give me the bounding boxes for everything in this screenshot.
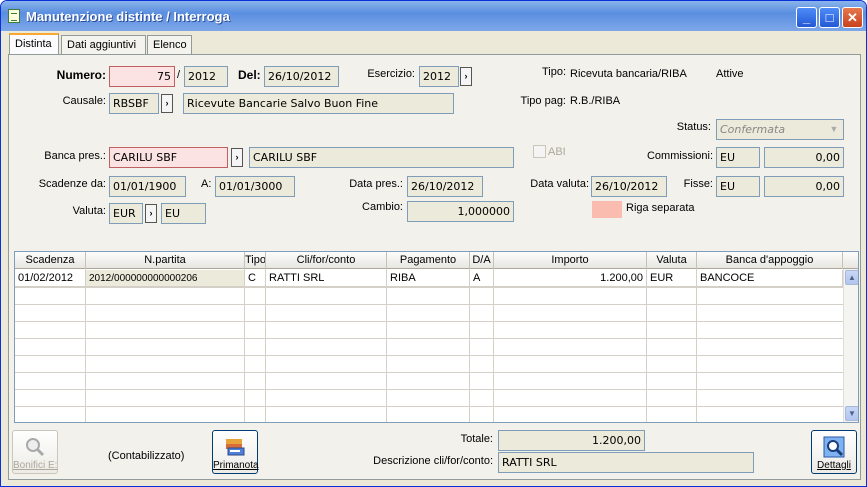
scadenze-a-field[interactable]: 01/01/3000 [215, 176, 295, 197]
datavaluta-field[interactable]: 26/10/2012 [591, 176, 667, 197]
status-label: Status: [676, 121, 711, 133]
cell-tipo[interactable]: C [245, 270, 266, 287]
col-pagamento[interactable]: Pagamento [387, 252, 470, 269]
commissioni-label: Commissioni: [646, 150, 713, 162]
tipopag-label: Tipo pag: [520, 95, 566, 107]
riga-separata-swatch [592, 201, 622, 218]
attive-value: Attive [716, 68, 744, 80]
table-header: Scadenza N.partita Tipo Cli/for/conto Pa… [15, 252, 858, 269]
esercizio-label: Esercizio: [367, 68, 415, 80]
scadenze-table: Scadenza N.partita Tipo Cli/for/conto Pa… [14, 251, 859, 423]
dettagli-button[interactable]: Dettagli [811, 430, 857, 474]
datapres-field[interactable]: 26/10/2012 [407, 176, 483, 197]
cell-scadenza[interactable]: 01/02/2012 [15, 270, 86, 287]
col-clifor[interactable]: Cli/for/conto [266, 252, 387, 269]
app-icon [8, 9, 20, 23]
cambio-field[interactable]: 1,000000 [407, 201, 514, 222]
details-magnifier-icon [823, 436, 845, 458]
primanota-button[interactable]: Primanota [212, 430, 259, 474]
tab-elenco[interactable]: Elenco [147, 35, 192, 54]
datapres-label: Data pres.: [349, 178, 403, 190]
abi-checkbox[interactable] [533, 145, 546, 158]
totale-label: Totale: [460, 433, 493, 445]
cell-valuta[interactable]: EUR [647, 270, 697, 287]
banca-desc-field: CARILU SBF [249, 147, 514, 168]
status-select[interactable]: Confermata [716, 119, 844, 140]
col-banca[interactable]: Banca d'appoggio [697, 252, 843, 269]
descr-label: Descrizione cli/for/conto: [373, 455, 493, 467]
primanota-label: Primanota [213, 460, 259, 471]
causale-desc-field: Ricevute Bancarie Salvo Buon Fine [183, 93, 454, 114]
tab-panel: Numero: 75 / 2012 Del: 26/10/2012 Eserci… [8, 54, 861, 480]
primanota-icon [224, 436, 246, 458]
main-window: Manutenzione distinte / Interroga _ □ ✕ … [0, 0, 867, 487]
valuta-field[interactable]: EUR [109, 203, 143, 224]
numero-slash: / [177, 69, 181, 81]
anno-field[interactable]: 2012 [184, 66, 228, 87]
numero-label: Numero: [56, 68, 106, 82]
cell-da[interactable]: A [470, 270, 494, 287]
totale-field: 1.200,00 [498, 430, 645, 451]
esercizio-field[interactable]: 2012 [419, 66, 459, 87]
banca-field[interactable]: CARILU SBF [109, 147, 228, 168]
fisse-amount-field[interactable]: 0,00 [764, 176, 844, 197]
cell-npartita[interactable]: 2012/000000000000206 [86, 270, 245, 287]
minimize-button[interactable]: _ [796, 7, 817, 28]
close-button[interactable]: ✕ [842, 7, 863, 28]
tab-distinta[interactable]: Distinta [9, 33, 59, 55]
title-bar: Manutenzione distinte / Interroga _ □ ✕ [1, 1, 866, 31]
scroll-down-icon[interactable]: ▼ [845, 406, 858, 421]
col-npartita[interactable]: N.partita [86, 252, 245, 269]
chevron-down-icon[interactable]: ▼ [826, 121, 842, 138]
cell-clifor[interactable]: RATTI SRL [266, 270, 387, 287]
causale-label: Causale: [62, 95, 106, 107]
causale-zoom-button[interactable]: › [161, 94, 173, 113]
esercizio-zoom-button[interactable]: › [460, 67, 472, 86]
vertical-scrollbar[interactable]: ▲ ▼ [843, 269, 858, 422]
causale-field[interactable]: RBSBF [109, 93, 159, 114]
magnifier-icon [24, 436, 46, 458]
abi-label: ABI [548, 146, 566, 158]
commissioni-amount-field[interactable]: 0,00 [764, 147, 844, 168]
del-label: Del: [238, 68, 261, 82]
col-importo[interactable]: Importo [494, 252, 647, 269]
cell-pagamento[interactable]: RIBA [387, 270, 470, 287]
contabilizzato-label: (Contabilizzato) [108, 450, 185, 462]
valuta-label: Valuta: [72, 205, 106, 217]
del-field[interactable]: 26/10/2012 [264, 66, 339, 87]
datavaluta-label: Data valuta: [530, 178, 589, 190]
col-valuta[interactable]: Valuta [647, 252, 697, 269]
valuta-zoom-button[interactable]: › [145, 204, 157, 223]
window-title: Manutenzione distinte / Interroga [26, 9, 230, 24]
commissioni-valuta-field: EU [716, 147, 760, 168]
maximize-button[interactable]: □ [819, 7, 840, 28]
dettagli-label: Dettagli [817, 460, 851, 471]
bonifici-button[interactable]: Bonifici E: [12, 430, 58, 474]
col-da[interactable]: D/A [470, 252, 494, 269]
tipopag-value: R.B./RIBA [570, 95, 621, 107]
banca-zoom-button[interactable]: › [231, 148, 243, 167]
cambio-label: Cambio: [362, 201, 403, 213]
col-scadenza[interactable]: Scadenza [15, 252, 86, 269]
banca-label: Banca pres.: [44, 150, 106, 162]
bonifici-label: Bonifici E: [13, 460, 58, 471]
scroll-up-icon[interactable]: ▲ [845, 270, 858, 285]
fisse-valuta-field: EU [716, 176, 760, 197]
tab-dati-aggiuntivi[interactable]: Dati aggiuntivi [61, 35, 146, 54]
tipo-value: Ricevuta bancaria/RIBA [570, 68, 687, 80]
scadenze-a-label: A: [201, 178, 212, 190]
descr-field: RATTI SRL [498, 452, 754, 473]
numero-field[interactable]: 75 [109, 66, 175, 87]
scadenze-da-field[interactable]: 01/01/1900 [109, 176, 186, 197]
tipo-label: Tipo: [541, 66, 566, 78]
valuta-desc-field: EU [161, 203, 206, 224]
fisse-label: Fisse: [683, 178, 713, 190]
cell-banca[interactable]: BANCOCE [697, 270, 843, 287]
col-tipo[interactable]: Tipo [245, 252, 266, 269]
scadenze-da-label: Scadenze da: [38, 178, 106, 190]
cell-importo[interactable]: 1.200,00 [494, 270, 647, 287]
riga-separata-label: Riga separata [626, 202, 695, 214]
